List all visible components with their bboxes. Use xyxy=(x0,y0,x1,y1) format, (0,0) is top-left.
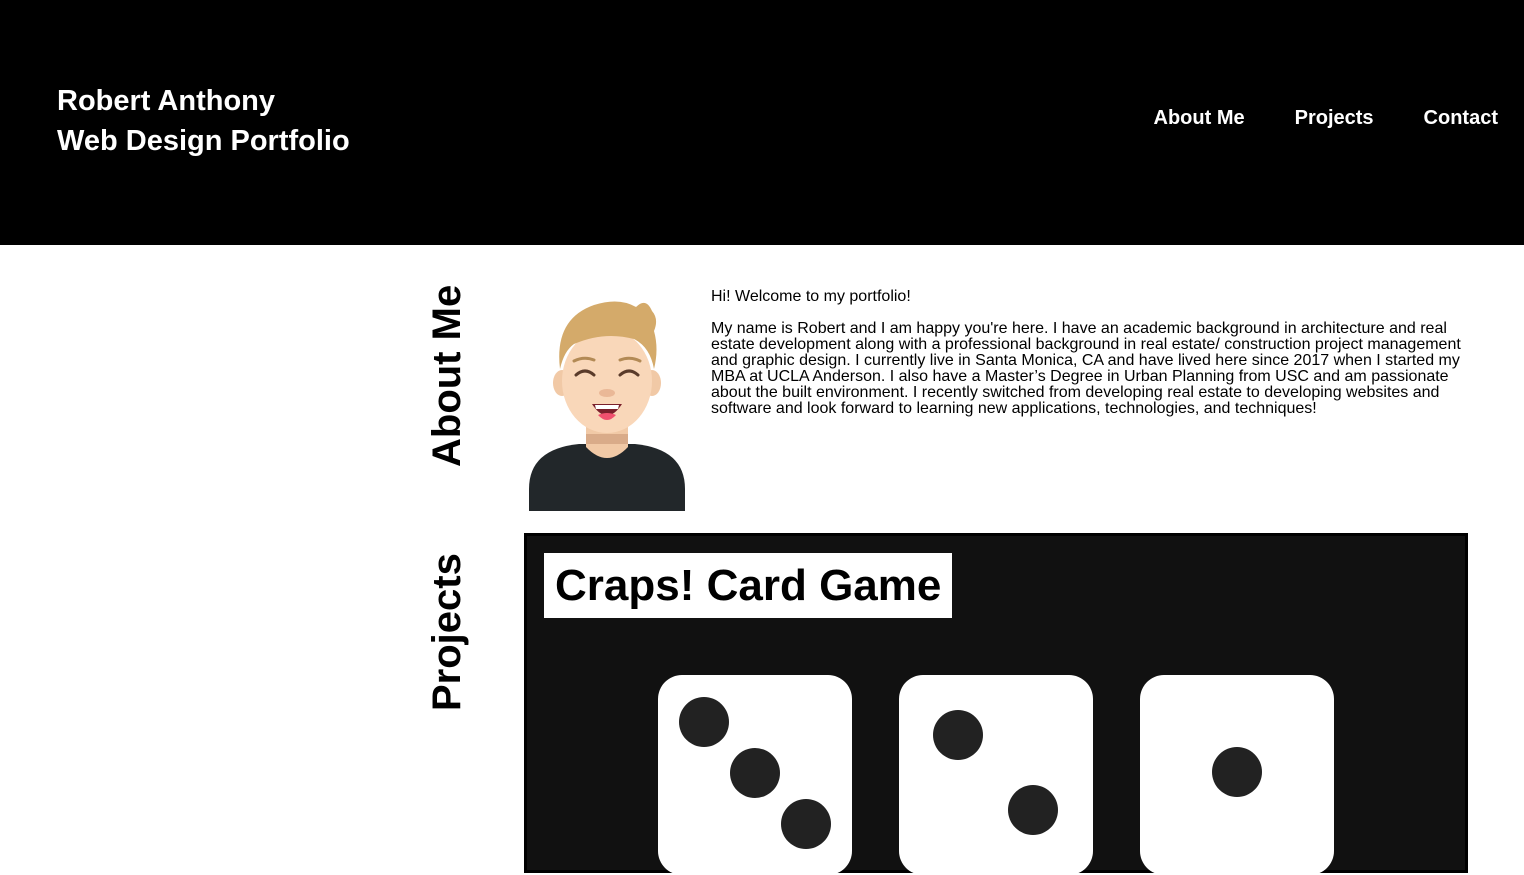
nav-projects-link[interactable]: Projects xyxy=(1295,107,1374,130)
site-owner-name: Robert Anthony xyxy=(57,85,276,117)
nav-about-me-link[interactable]: About Me xyxy=(1154,107,1245,130)
die-pip xyxy=(1212,747,1262,797)
about-intro: Hi! Welcome to my portfolio! My name is … xyxy=(711,289,1471,433)
die-3 xyxy=(1140,675,1334,875)
about-bio: My name is Robert and I am happy you're … xyxy=(711,320,1461,417)
about-greeting: Hi! Welcome to my portfolio! xyxy=(711,288,911,305)
site-brand: Robert Anthony Web Design Portfolio xyxy=(57,81,350,161)
die-1 xyxy=(658,675,852,875)
die-2 xyxy=(899,675,1093,875)
die-pip xyxy=(679,697,729,747)
main-nav: About Me Projects Contact xyxy=(1154,107,1498,130)
nav-contact-link[interactable]: Contact xyxy=(1424,107,1498,130)
project-card-craps[interactable]: Craps! Card Game xyxy=(524,533,1468,875)
site-header: Robert Anthony Web Design Portfolio Abou… xyxy=(0,0,1524,245)
die-pip xyxy=(933,710,983,760)
avatar-illustration xyxy=(529,301,685,511)
about-me-heading: About Me xyxy=(425,284,469,467)
die-pip xyxy=(781,799,831,849)
die-pip xyxy=(730,748,780,798)
die-pip xyxy=(1008,785,1058,835)
project-title: Craps! Card Game xyxy=(544,553,953,618)
site-subtitle: Web Design Portfolio xyxy=(57,125,350,157)
projects-heading: Projects xyxy=(425,553,469,711)
